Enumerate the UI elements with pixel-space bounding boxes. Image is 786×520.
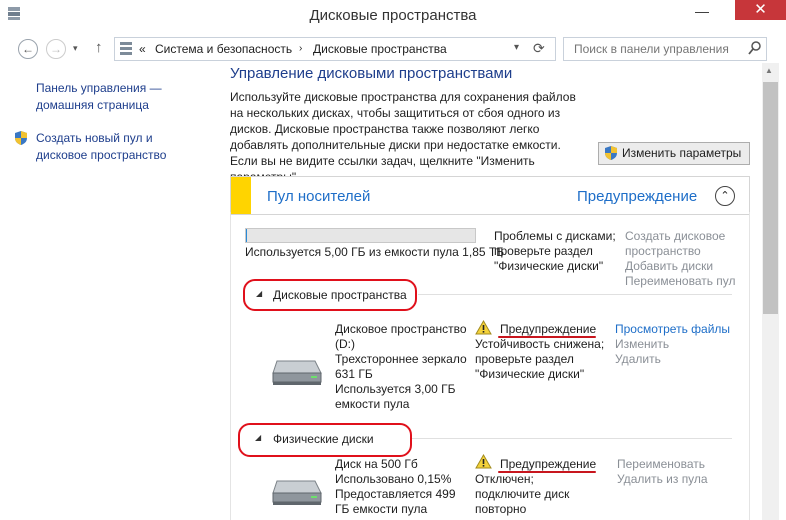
refresh-button[interactable]: ⟳ <box>533 40 545 57</box>
page-description: Используйте дисковые пространства для со… <box>230 90 576 184</box>
recent-dropdown-icon[interactable]: ▾ <box>73 43 78 54</box>
pool-title: Пул носителей <box>267 188 371 205</box>
close-button[interactable]: ✕ <box>735 0 786 20</box>
shield-icon <box>604 145 618 161</box>
minimize-button[interactable]: — <box>686 0 718 22</box>
collapse-pool-button[interactable]: ⌃ <box>715 186 735 206</box>
disk-name: Диск на 500 Гб <box>335 457 418 471</box>
warning-stripe <box>231 177 251 214</box>
pool-usage-bar <box>245 228 476 243</box>
window-title: Дисковые пространства <box>309 7 477 24</box>
hard-drive-icon <box>271 477 323 507</box>
breadcrumb-storage-spaces[interactable]: Дисковые пространства <box>313 42 447 56</box>
spaces-section-line <box>418 294 732 295</box>
search-input[interactable] <box>572 41 746 57</box>
hard-drive-icon <box>271 357 323 387</box>
breadcrumb-separator-icon: › <box>299 43 303 54</box>
address-prefix: « <box>139 42 146 56</box>
up-button[interactable]: ↑ <box>95 39 103 56</box>
search-box[interactable] <box>563 37 767 61</box>
home-link[interactable]: Панель управления — домашняя страница <box>36 80 176 114</box>
space-used: Используется 3,00 ГБ емкости пула <box>335 382 456 411</box>
arrow-up-icon: ↑ <box>95 39 103 56</box>
arrow-left-icon: ← <box>22 42 34 56</box>
change-settings-label: Изменить параметры <box>622 146 742 160</box>
address-bar[interactable]: « Система и безопасность › Дисковые прос… <box>114 37 556 61</box>
warning-icon <box>475 453 492 469</box>
pool-header[interactable]: Пул носителей Предупреждение ⌃ <box>230 176 750 215</box>
create-space-link[interactable]: Создать дисковое пространство <box>625 229 735 259</box>
forward-button[interactable]: → <box>46 39 66 59</box>
space-status-title: Предупреждение <box>500 322 597 336</box>
edit-space-link[interactable]: Изменить <box>615 337 669 352</box>
chevron-up-icon: ⌃ <box>720 190 730 202</box>
spaces-section-title: Дисковые пространства <box>273 288 407 302</box>
search-icon[interactable] <box>748 40 762 56</box>
space-name: Дисковое пространство (D:) <box>335 322 467 351</box>
pool-problem-text: Проблемы с дисками; проверьте раздел "Фи… <box>494 229 616 273</box>
disk-status-detail: Отключен; подключите диск повторно <box>475 472 570 516</box>
address-dropdown-icon[interactable]: ▾ <box>514 42 519 53</box>
rename-pool-link[interactable]: Переименовать пул <box>625 274 736 289</box>
scroll-up-icon[interactable]: ▲ <box>765 66 773 75</box>
add-disks-link[interactable]: Добавить диски <box>625 259 713 274</box>
change-settings-button[interactable]: Изменить параметры <box>598 142 750 165</box>
scroll-thumb[interactable] <box>763 82 778 314</box>
disks-section-title: Физические диски <box>273 432 374 446</box>
view-files-link[interactable]: Просмотреть файлы <box>615 322 730 337</box>
pool-usage-fill <box>246 229 247 242</box>
control-panel-icon <box>119 41 133 56</box>
warning-icon <box>475 319 492 335</box>
space-status-detail: Устойчивость снижена; проверьте раздел "… <box>475 337 605 381</box>
page-title: Управление дисковыми пространствами <box>230 65 513 82</box>
back-button[interactable]: ← <box>18 39 38 59</box>
pool-usage-text: Используется 5,00 ГБ из емкости пула 1,8… <box>245 245 505 259</box>
disks-section-line <box>412 438 732 439</box>
pool-status: Предупреждение <box>577 188 698 205</box>
disk-used: Использовано 0,15% <box>335 472 452 486</box>
collapse-disks-icon[interactable]: ◢ <box>255 433 261 442</box>
app-icon <box>6 5 22 21</box>
title-bar: Дисковые пространства — ✕ <box>0 0 786 32</box>
remove-disk-link[interactable]: Удалить из пула <box>617 472 708 487</box>
delete-space-link[interactable]: Удалить <box>615 352 661 367</box>
disk-status-title: Предупреждение <box>500 457 597 471</box>
shield-icon <box>14 130 28 146</box>
space-layout: Трехстороннее зеркало 631 ГБ <box>335 352 467 381</box>
breadcrumb-system-security[interactable]: Система и безопасность <box>155 42 292 56</box>
collapse-spaces-icon[interactable]: ◢ <box>256 289 262 298</box>
rename-disk-link[interactable]: Переименовать <box>617 457 705 472</box>
arrow-right-icon: → <box>50 42 62 56</box>
disk-provided: Предоставляется 499 ГБ емкости пула <box>335 487 456 516</box>
create-pool-link[interactable]: Создать новый пул и дисковое пространств… <box>36 130 176 164</box>
